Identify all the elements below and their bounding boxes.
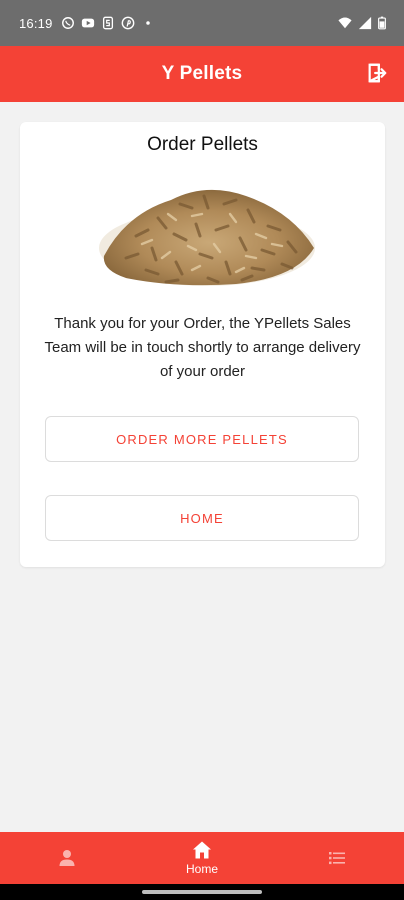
list-icon — [328, 852, 345, 865]
order-confirmation-card: Order Pellets Thank you for your Order, … — [20, 122, 385, 567]
gesture-bar — [0, 884, 404, 900]
dot-icon — [145, 21, 150, 25]
app-title: Y Pellets — [161, 63, 243, 84]
home-button-label: HOME — [180, 510, 224, 526]
status-time: 16:19 — [19, 15, 53, 31]
nav-item-profile[interactable] — [0, 832, 135, 884]
home-button[interactable]: HOME — [45, 495, 359, 541]
app-header: Y Pellets — [0, 46, 404, 102]
signal-icon — [358, 16, 372, 30]
home-icon — [193, 841, 211, 859]
bottom-nav: Home — [0, 832, 404, 884]
whatsapp-icon — [61, 17, 74, 29]
youtube-icon — [81, 18, 94, 28]
battery-icon — [378, 16, 386, 30]
person-icon — [59, 850, 75, 866]
wood-pellets-image — [99, 189, 315, 286]
pinterest-icon — [121, 16, 134, 30]
gesture-handle[interactable] — [142, 890, 262, 894]
app-s-icon — [102, 16, 113, 30]
order-more-pellets-button[interactable]: ORDER MORE PELLETS — [45, 416, 359, 462]
logout-icon[interactable] — [366, 62, 388, 84]
card-title: Order Pellets — [147, 134, 258, 155]
order-confirmation-message: Thank you for your Order, the YPellets S… — [44, 315, 361, 380]
status-bar: 16:19 — [0, 0, 404, 46]
nav-item-home[interactable]: Home — [135, 832, 270, 884]
order-more-pellets-label: ORDER MORE PELLETS — [116, 431, 288, 447]
wifi-icon — [338, 17, 352, 29]
nav-item-list[interactable] — [269, 832, 404, 884]
nav-item-home-label: Home — [186, 862, 219, 876]
